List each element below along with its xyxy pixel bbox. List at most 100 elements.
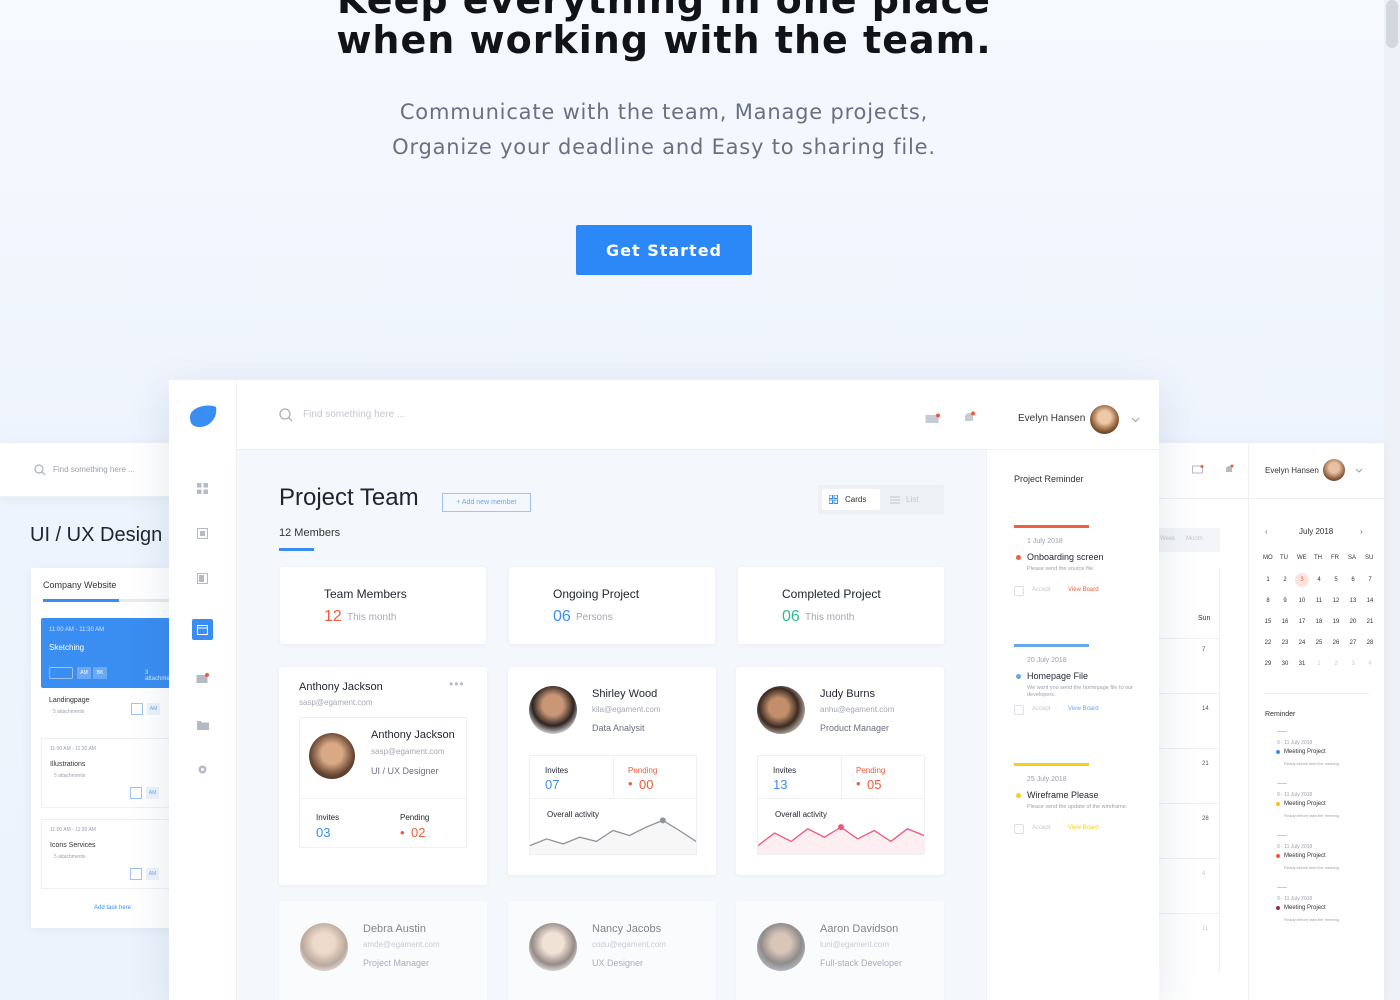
accept-label[interactable]: Accept — [1032, 825, 1050, 831]
accept-label[interactable]: Accept — [1032, 706, 1050, 712]
calendar-day[interactable]: 19 — [1329, 615, 1343, 629]
bell-icon[interactable] — [1224, 464, 1234, 475]
calendar-day[interactable]: 3 — [1295, 573, 1309, 587]
view-toggle[interactable]: Cards List — [818, 485, 944, 514]
user-name[interactable]: Evelyn Hansen — [1265, 466, 1319, 475]
calendar-day[interactable]: 13 — [1346, 594, 1360, 608]
chevron-down-icon[interactable] — [1355, 468, 1363, 473]
calendar-day[interactable]: 26 — [1329, 636, 1343, 650]
week-cell[interactable]: 4 — [1158, 858, 1220, 913]
calendar-day[interactable]: 21 — [1363, 615, 1377, 629]
left-search-input[interactable]: Find something here ... — [53, 465, 135, 474]
view-cards-button[interactable]: Cards — [822, 489, 880, 510]
task-tool-icon[interactable] — [49, 667, 73, 679]
user-avatar[interactable] — [1323, 459, 1345, 481]
week-cell[interactable]: 7 — [1158, 638, 1220, 693]
view-board-link[interactable]: View Board — [1068, 587, 1099, 593]
calendar-day[interactable]: 5 — [1329, 573, 1343, 587]
calendar-day[interactable]: 4 — [1312, 573, 1326, 587]
scrollbar-thumb[interactable] — [1386, 0, 1398, 48]
week-cell[interactable]: 11 — [1158, 913, 1220, 968]
reminder-item[interactable]: 9 - 11 July 2018 Meeting Project Ready bef… — [1265, 783, 1375, 831]
user-avatar[interactable] — [1090, 405, 1119, 434]
week-cell[interactable]: 28 — [1158, 803, 1220, 858]
get-started-button[interactable]: Get Started — [576, 225, 752, 275]
chevron-down-icon[interactable] — [1131, 417, 1140, 423]
calendar-day[interactable]: 17 — [1295, 615, 1309, 629]
stat-card[interactable]: Ongoing Project 06 Persons — [509, 567, 715, 644]
calendar-day[interactable]: 10 — [1295, 594, 1309, 608]
member-card[interactable]: Judy Burns anhu@egament.com Product Mana… — [736, 667, 944, 875]
week-cell[interactable]: 14 — [1158, 693, 1220, 748]
search-input[interactable]: Find something here ... — [303, 409, 405, 420]
accept-checkbox[interactable] — [1014, 705, 1024, 715]
view-board-link[interactable]: View Board — [1068, 825, 1099, 831]
calendar-day[interactable]: 30 — [1278, 657, 1292, 671]
calendar-day[interactable]: 3 — [1346, 657, 1360, 671]
calendar-day[interactable]: 23 — [1278, 636, 1292, 650]
calendar-day[interactable]: 24 — [1295, 636, 1309, 650]
logo-icon[interactable] — [186, 403, 218, 427]
member-card[interactable]: Aaron Davidson luni@egament.com Full-sta… — [736, 901, 944, 1000]
calendar-day[interactable]: 15 — [1261, 615, 1275, 629]
task-card[interactable]: 11:00 AM - 11:30 AM Illustrations 5 atta… — [41, 738, 170, 808]
task-card-active[interactable]: 11:00 AM - 11:30 AM Sketching AM BK 3 at… — [41, 618, 178, 688]
reminder-item[interactable]: 9 - 11 July 2018 Meeting Project Ready bef… — [1265, 731, 1375, 779]
more-icon[interactable]: ••• — [449, 677, 465, 691]
reminder-item[interactable]: 9 - 11 July 2018 Meeting Project Ready bef… — [1265, 887, 1375, 935]
view-list-label[interactable]: List — [906, 495, 918, 504]
calendar-day[interactable]: 11 — [1312, 594, 1326, 608]
page-scrollbar[interactable] — [1384, 0, 1400, 1000]
add-icon[interactable] — [130, 787, 142, 799]
stat-card[interactable]: Team Members 12 This month — [280, 567, 486, 644]
bell-icon[interactable] — [963, 411, 975, 425]
add-icon[interactable] — [131, 703, 143, 715]
calendar-day[interactable]: 2 — [1278, 573, 1292, 587]
chat-icon[interactable] — [196, 673, 210, 686]
member-card[interactable]: Nancy Jacobs codu@egament.com UX Designe… — [508, 901, 716, 1000]
week-cell[interactable]: 21 — [1158, 748, 1220, 803]
tab-week[interactable]: Week — [1160, 536, 1175, 542]
calendar-day[interactable]: 16 — [1278, 615, 1292, 629]
accept-checkbox[interactable] — [1014, 824, 1024, 834]
member-card[interactable]: Debra Austin amde@egament.com Project Ma… — [279, 901, 487, 1000]
stat-card[interactable]: Completed Project 06 This month — [738, 567, 944, 644]
task-card[interactable]: Landingpage 5 attachments AM — [41, 692, 170, 732]
calendar-day[interactable]: 25 — [1312, 636, 1326, 650]
view-tabs[interactable]: Week Month — [1158, 528, 1220, 552]
add-member-button[interactable]: + Add new member — [442, 493, 531, 512]
calendar-day[interactable]: 29 — [1261, 657, 1275, 671]
settings-icon[interactable] — [197, 764, 208, 775]
accept-label[interactable]: Accept — [1032, 587, 1050, 593]
layout-icon[interactable] — [197, 528, 208, 539]
calendar-day[interactable]: 7 — [1363, 573, 1377, 587]
tab-month[interactable]: Month — [1186, 536, 1203, 542]
member-card-expanded[interactable]: Anthony Jackson sasp@egament.com ••• Ant… — [279, 667, 487, 885]
calendar-day[interactable]: 31 — [1295, 657, 1309, 671]
calendar-prev-icon[interactable]: ‹ — [1265, 527, 1268, 536]
calendar-day[interactable]: 8 — [1261, 594, 1275, 608]
calendar-day[interactable]: 2 — [1329, 657, 1343, 671]
mail-icon[interactable] — [1192, 465, 1204, 475]
view-board-link[interactable]: View Board — [1068, 706, 1099, 712]
mail-icon[interactable] — [925, 413, 941, 425]
calendar-day[interactable]: 1 — [1312, 657, 1326, 671]
add-task-link[interactable]: Add task here — [94, 905, 131, 911]
calendar-day[interactable]: 1 — [1261, 573, 1275, 587]
member-card[interactable]: Shirley Wood kila@egament.com Data Analy… — [508, 667, 716, 875]
calendar-nav-button[interactable] — [192, 619, 213, 640]
calendar-next-icon[interactable]: › — [1360, 527, 1363, 536]
calendar-day[interactable]: 22 — [1261, 636, 1275, 650]
add-icon[interactable] — [130, 868, 142, 880]
reminder-item[interactable]: 1 July 2018 Onboarding screen Please send … — [1014, 525, 1144, 625]
reminder-item[interactable]: 25 July 2018 Wireframe Please Please send … — [1014, 763, 1144, 863]
dashboard-icon[interactable] — [197, 483, 208, 494]
calendar-day[interactable]: 18 — [1312, 615, 1326, 629]
list-icon[interactable] — [890, 496, 900, 504]
calendar-day[interactable]: 27 — [1346, 636, 1360, 650]
board-icon[interactable] — [197, 573, 208, 584]
accept-checkbox[interactable] — [1014, 586, 1024, 596]
folder-icon[interactable] — [197, 720, 209, 730]
calendar-day[interactable]: 12 — [1329, 594, 1343, 608]
calendar-day[interactable]: 14 — [1363, 594, 1377, 608]
